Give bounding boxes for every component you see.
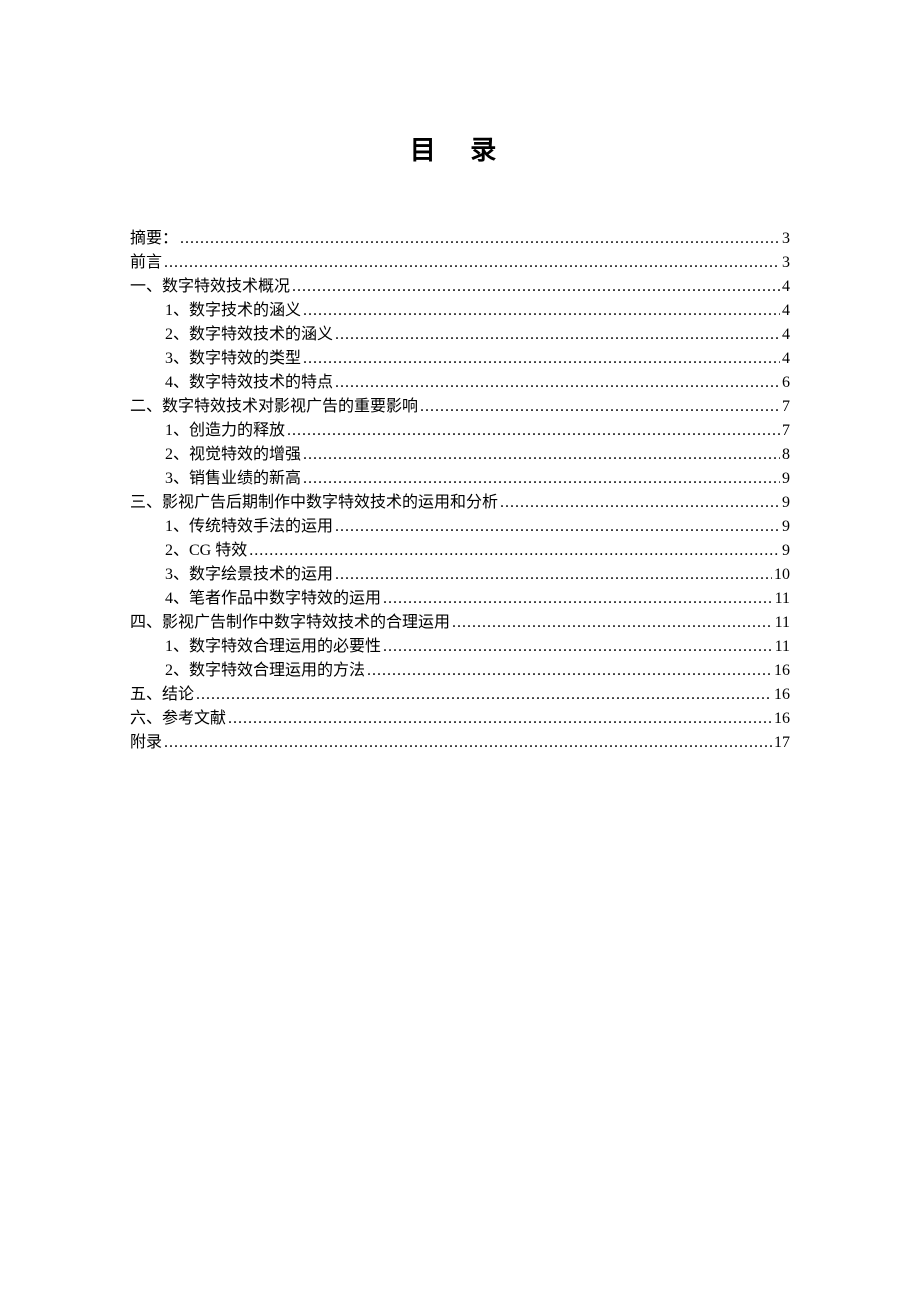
toc-entry-label: 1、数字技术的涵义 [165, 299, 301, 323]
toc-entry-label: 3、数字特效的类型 [165, 347, 301, 371]
toc-dot-leader [164, 731, 772, 755]
toc-entry-label: 六、参考文献 [130, 707, 226, 731]
toc-entry-label: 4、数字特效技术的特点 [165, 371, 333, 395]
toc-dot-leader [452, 611, 773, 635]
toc-dot-leader [303, 299, 780, 323]
toc-entry-page: 3 [782, 227, 790, 251]
toc-entry: 六、参考文献 16 [130, 707, 790, 731]
toc-entry-label: 3、数字绘景技术的运用 [165, 563, 333, 587]
toc-entry-label: 2、视觉特效的增强 [165, 443, 301, 467]
toc-dot-leader [335, 515, 780, 539]
toc-entry-label: 三、影视广告后期制作中数字特效技术的运用和分析 [130, 491, 498, 515]
toc-dot-leader [367, 659, 772, 683]
toc-entry: 附录 17 [130, 731, 790, 755]
toc-entry-label: 1、传统特效手法的运用 [165, 515, 333, 539]
toc-entry-page: 4 [782, 275, 790, 299]
toc-entry: 3、数字绘景技术的运用 10 [130, 563, 790, 587]
toc-entry-page: 4 [782, 347, 790, 371]
toc-entry-label: 五、结论 [130, 683, 194, 707]
toc-entry-page: 16 [774, 659, 790, 683]
toc-entry-page: 9 [782, 491, 790, 515]
toc-dot-leader [383, 587, 773, 611]
toc-entry-label: 2、CG 特效 [165, 539, 247, 563]
toc-entry: 2、视觉特效的增强 8 [130, 443, 790, 467]
toc-entry-page: 11 [775, 635, 790, 659]
toc-dot-leader [335, 323, 780, 347]
toc-entry-page: 11 [775, 611, 790, 635]
toc-entry: 1、数字技术的涵义 4 [130, 299, 790, 323]
toc-entry-page: 16 [774, 683, 790, 707]
toc-entry-page: 11 [775, 587, 790, 611]
toc-entry: 2、CG 特效 9 [130, 539, 790, 563]
toc-dot-leader [228, 707, 772, 731]
toc-entry: 五、结论 16 [130, 683, 790, 707]
toc-entry: 2、数字特效技术的涵义 4 [130, 323, 790, 347]
toc-entry-page: 4 [782, 323, 790, 347]
toc-dot-leader [292, 275, 780, 299]
toc-dot-leader [335, 371, 780, 395]
toc-entry-page: 9 [782, 515, 790, 539]
toc-entry: 1、数字特效合理运用的必要性 11 [130, 635, 790, 659]
toc-entry: 4、数字特效技术的特点 6 [130, 371, 790, 395]
toc-entry: 3、销售业绩的新高 9 [130, 467, 790, 491]
toc-entry-label: 四、影视广告制作中数字特效技术的合理运用 [130, 611, 450, 635]
toc-entry: 二、数字特效技术对影视广告的重要影响 7 [130, 395, 790, 419]
toc-entry: 4、笔者作品中数字特效的运用 11 [130, 587, 790, 611]
toc-entry: 1、创造力的释放 7 [130, 419, 790, 443]
toc-entry: 三、影视广告后期制作中数字特效技术的运用和分析 9 [130, 491, 790, 515]
toc-entry-label: 前言 [130, 251, 162, 275]
toc-entry: 3、数字特效的类型 4 [130, 347, 790, 371]
toc-entry-page: 6 [782, 371, 790, 395]
toc-entry: 四、影视广告制作中数字特效技术的合理运用 11 [130, 611, 790, 635]
toc-entry-label: 摘要： [130, 227, 178, 251]
toc-entry: 1、传统特效手法的运用 9 [130, 515, 790, 539]
toc-entry-label: 2、数字特效技术的涵义 [165, 323, 333, 347]
toc-entry-label: 3、销售业绩的新高 [165, 467, 301, 491]
toc-entry-page: 7 [782, 419, 790, 443]
toc-entry-page: 3 [782, 251, 790, 275]
toc-dot-leader [335, 563, 772, 587]
toc-entry-page: 4 [782, 299, 790, 323]
toc-dot-leader [164, 251, 780, 275]
toc-dot-leader [196, 683, 772, 707]
toc-dot-leader [249, 539, 780, 563]
toc-entry-page: 10 [774, 563, 790, 587]
toc-dot-leader [303, 467, 780, 491]
toc-entry: 摘要： 3 [130, 227, 790, 251]
toc-dot-leader [287, 419, 780, 443]
toc-entry-label: 4、笔者作品中数字特效的运用 [165, 587, 381, 611]
toc-entry: 2、数字特效合理运用的方法 16 [130, 659, 790, 683]
toc-entry-page: 9 [782, 467, 790, 491]
toc-entry-page: 7 [782, 395, 790, 419]
toc-entry-label: 一、数字特效技术概况 [130, 275, 290, 299]
toc-dot-leader [500, 491, 780, 515]
toc-entry-page: 9 [782, 539, 790, 563]
toc-entry-label: 1、创造力的释放 [165, 419, 285, 443]
toc-entry-label: 二、数字特效技术对影视广告的重要影响 [130, 395, 418, 419]
table-of-contents: 摘要： 3 前言 3 一、数字特效技术概况 4 1、数字技术的涵义 4 2、数字特效技术的涵义 4… [130, 227, 790, 755]
toc-dot-leader [383, 635, 773, 659]
toc-entry-label: 1、数字特效合理运用的必要性 [165, 635, 381, 659]
toc-entry-label: 附录 [130, 731, 162, 755]
toc-entry-page: 16 [774, 707, 790, 731]
toc-dot-leader [303, 347, 780, 371]
page-title: 目 录 [130, 130, 790, 167]
toc-dot-leader [180, 227, 780, 251]
toc-dot-leader [303, 443, 780, 467]
toc-entry: 前言 3 [130, 251, 790, 275]
toc-dot-leader [420, 395, 780, 419]
toc-entry-page: 17 [774, 731, 790, 755]
toc-entry-page: 8 [782, 443, 790, 467]
toc-entry: 一、数字特效技术概况 4 [130, 275, 790, 299]
toc-entry-label: 2、数字特效合理运用的方法 [165, 659, 365, 683]
